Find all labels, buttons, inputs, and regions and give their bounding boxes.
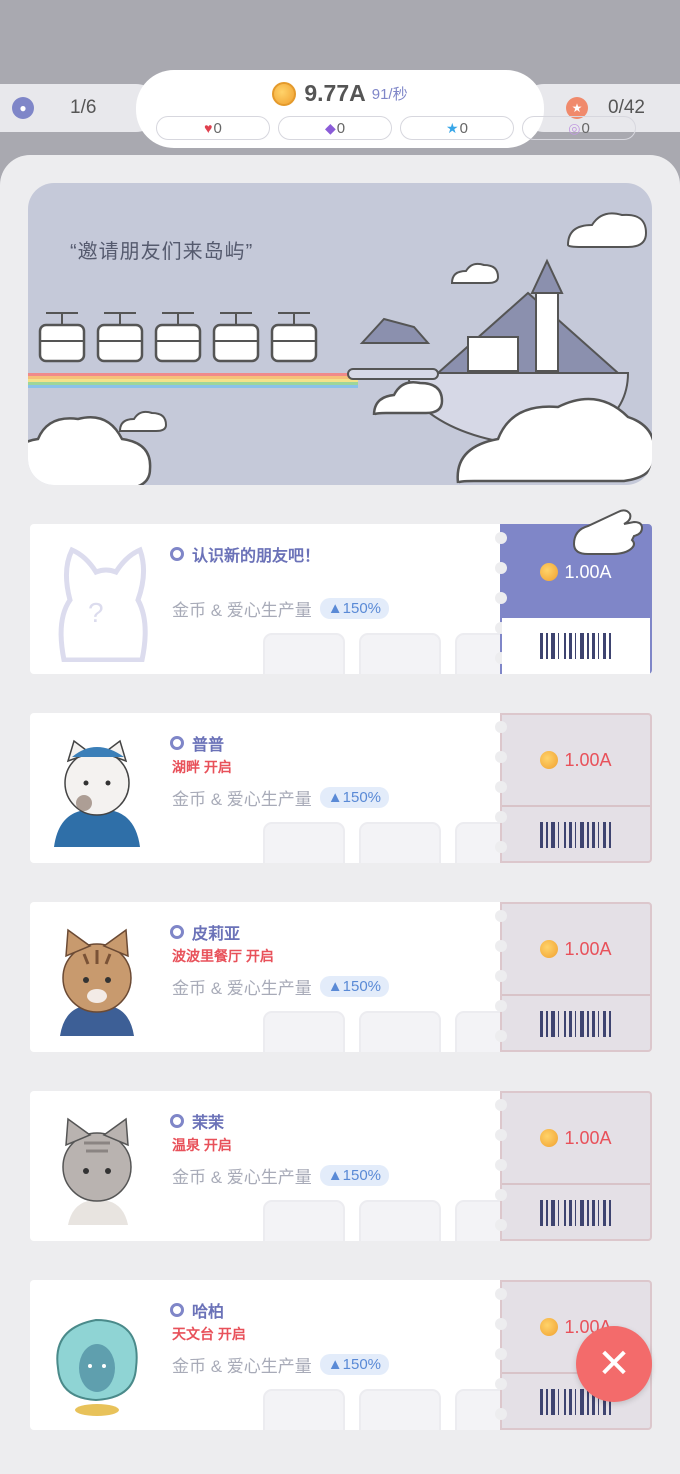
- boost-badge: ▲150%: [319, 976, 390, 997]
- heart-icon: ♥: [204, 120, 213, 136]
- ticket-price: 1.00A: [564, 938, 612, 959]
- friend-card-body: 皮莉亚 波波里餐厅 开启 金币 & 爱心生产量 ▲150%: [30, 902, 500, 1052]
- friend-card[interactable]: ? 认识新的朋友吧！ 金币 & 爱心生产量 ▲150% 1.00A: [30, 524, 652, 674]
- friend-card[interactable]: 皮莉亚 波波里餐厅 开启 金币 & 爱心生产量 ▲150% 1.00A: [30, 902, 652, 1052]
- friend-name: 普普: [192, 737, 225, 754]
- close-icon: ✕: [597, 1342, 631, 1386]
- friend-card-body: ? 认识新的朋友吧！ 金币 & 爱心生产量 ▲150%: [30, 524, 500, 674]
- ticket-price: 1.00A: [564, 1127, 612, 1148]
- currency-panel: 9.77A 91/秒 ♥ 0 ◆ 0 ★ 0 ◎ 0: [136, 70, 636, 148]
- friend-name: 认识新的朋友吧！: [192, 548, 321, 565]
- boost-badge: ▲150%: [319, 598, 390, 619]
- production-label: 金币 & 爱心生产量: [172, 790, 312, 809]
- heart-resource[interactable]: ♥ 0: [156, 116, 270, 140]
- coin-icon: [540, 1129, 559, 1147]
- banner-quote: “邀请朋友们来岛屿”: [70, 241, 254, 263]
- friends-count: 1/6: [70, 97, 97, 118]
- production-label: 金币 & 爱心生产量: [172, 601, 312, 620]
- boost-badge: ▲150%: [319, 1354, 390, 1375]
- name-bullet-icon: [170, 925, 184, 939]
- friend-avatar: [44, 1109, 150, 1229]
- ticket-price: 1.00A: [564, 749, 612, 770]
- boost-badge: ▲150%: [319, 787, 390, 808]
- ticket-price: 1.00A: [564, 561, 612, 582]
- name-bullet-icon: [170, 547, 184, 561]
- orb-resource[interactable]: ◎ 0: [522, 116, 636, 140]
- friend-card[interactable]: 普普 湖畔 开启 金币 & 爱心生产量 ▲150% 1.00A: [30, 713, 652, 863]
- invite-ticket-button[interactable]: 1.00A: [495, 902, 652, 1052]
- friend-avatar: [44, 920, 150, 1040]
- gem-icon: ◆: [324, 119, 336, 136]
- invite-ticket-button[interactable]: 1.00A: [495, 713, 652, 863]
- friend-card-body: 哈柏 天文台 开启 金币 & 爱心生产量 ▲150%: [30, 1280, 500, 1430]
- friend-card[interactable]: 哈柏 天文台 开启 金币 & 爱心生产量 ▲150% 1.00A: [30, 1280, 652, 1430]
- name-bullet-icon: [170, 1303, 184, 1317]
- friend-name: 皮莉亚: [192, 926, 241, 943]
- coin-icon: [540, 563, 559, 581]
- friend-name: 哈柏: [192, 1304, 225, 1321]
- star-gem-icon: ★: [446, 119, 459, 136]
- friend-avatar: [44, 1298, 150, 1418]
- name-bullet-icon: [170, 1114, 184, 1128]
- svg-text:?: ?: [88, 597, 104, 628]
- island-banner: “邀请朋友们来岛屿”: [28, 183, 652, 485]
- coin-icon: [540, 1318, 559, 1336]
- coin-rate: 91/秒: [371, 86, 408, 103]
- unlock-condition: 天文台 开启: [172, 1326, 246, 1342]
- coin-amount: 9.77A: [304, 80, 366, 106]
- production-label: 金币 & 爱心生产量: [172, 1357, 312, 1376]
- coin-icon: [540, 940, 559, 958]
- unlock-condition: 波波里餐厅 开启: [172, 948, 274, 964]
- friend-avatar: ?: [44, 542, 150, 663]
- gondola-watermark: [260, 998, 500, 1052]
- friend-name: 茉茉: [192, 1115, 225, 1132]
- friend-avatar: [44, 731, 150, 851]
- coin-icon: [272, 81, 297, 106]
- friend-card[interactable]: 茉茉 温泉 开启 金币 & 爱心生产量 ▲150% 1.00A: [30, 1091, 652, 1241]
- production-label: 金币 & 爱心生产量: [172, 1168, 312, 1187]
- star-gem-resource[interactable]: ★ 0: [400, 116, 514, 140]
- unlock-condition: 湖畔 开启: [172, 759, 232, 775]
- gondola-watermark: [260, 1187, 500, 1241]
- barcode-icon: [502, 618, 650, 674]
- orb-icon: ◎: [568, 119, 581, 136]
- island-illustration: [28, 212, 652, 485]
- barcode-icon: [502, 996, 650, 1052]
- name-bullet-icon: [170, 736, 184, 750]
- gondola-watermark: [260, 809, 500, 863]
- barcode-icon: [502, 807, 650, 863]
- pointing-hand-icon: [568, 500, 648, 560]
- gondola-watermark: [260, 620, 500, 674]
- invite-ticket-button[interactable]: 1.00A: [495, 1091, 652, 1241]
- gondola-watermark: [260, 1376, 500, 1430]
- coin-icon: [540, 751, 559, 769]
- barcode-icon: [502, 1185, 650, 1241]
- gem-resource[interactable]: ◆ 0: [278, 116, 392, 140]
- boost-badge: ▲150%: [319, 1165, 390, 1186]
- friend-icon: ●: [12, 97, 34, 119]
- production-label: 金币 & 爱心生产量: [172, 979, 312, 998]
- friend-card-body: 普普 湖畔 开启 金币 & 爱心生产量 ▲150%: [30, 713, 500, 863]
- friend-card-body: 茉茉 温泉 开启 金币 & 爱心生产量 ▲150%: [30, 1091, 500, 1241]
- close-button[interactable]: ✕: [576, 1326, 652, 1402]
- unlock-condition: 温泉 开启: [172, 1137, 232, 1153]
